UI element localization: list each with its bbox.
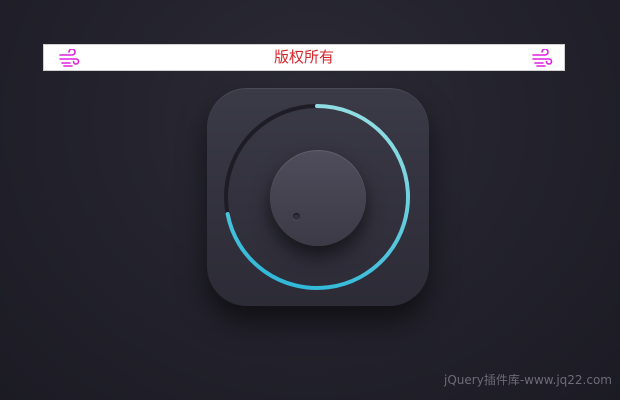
knob-indicator-dot <box>293 213 300 220</box>
watermark: jQuery插件库-www.jq22.com <box>444 373 612 387</box>
rotary-knob[interactable] <box>270 150 366 246</box>
